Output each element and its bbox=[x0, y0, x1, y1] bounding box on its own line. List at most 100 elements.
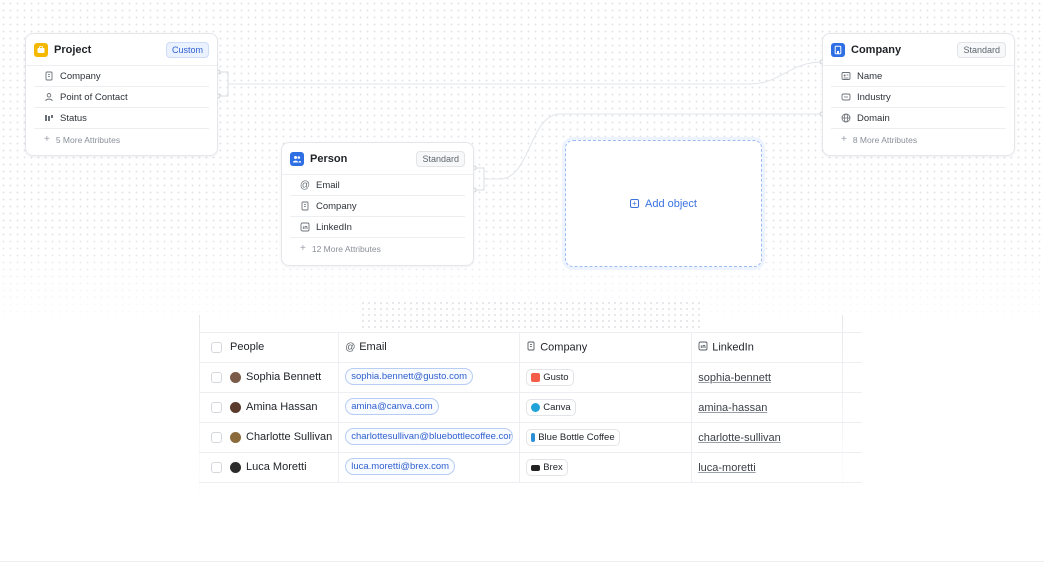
attribute-label: Industry bbox=[857, 91, 891, 103]
more-attributes-label: 12 More Attributes bbox=[311, 243, 381, 254]
building-icon bbox=[526, 341, 536, 354]
company-chip[interactable]: Canva bbox=[526, 399, 576, 416]
email-chip[interactable]: charlottesullivan@bluebottlecoffee.com bbox=[345, 427, 514, 445]
row-checkbox[interactable] bbox=[211, 432, 222, 444]
attribute-label: Point of Contact bbox=[60, 91, 128, 103]
attribute-label: Status bbox=[60, 112, 87, 124]
gusto-logo-icon bbox=[531, 373, 541, 382]
linkedin-link[interactable]: luca-moretti bbox=[698, 462, 755, 474]
linkedin-icon bbox=[300, 222, 310, 232]
email-chip[interactable]: luca.moretti@brex.com bbox=[345, 457, 456, 475]
attribute-row[interactable]: Status bbox=[34, 108, 209, 129]
status-icon bbox=[44, 113, 54, 123]
header-label: LinkedIn bbox=[712, 341, 754, 354]
card-title: Project bbox=[54, 43, 92, 56]
attribute-label: Email bbox=[316, 179, 340, 191]
select-all-checkbox[interactable] bbox=[211, 342, 222, 354]
building-icon bbox=[300, 201, 310, 211]
canva-logo-icon bbox=[531, 403, 541, 412]
company-name: Blue Bottle Coffee bbox=[538, 432, 615, 443]
more-attributes-link[interactable]: + 12 More Attributes bbox=[290, 238, 465, 259]
email-chip[interactable]: amina@canva.com bbox=[345, 397, 439, 415]
building-icon bbox=[44, 71, 54, 81]
add-icon: + bbox=[630, 199, 639, 208]
table-row[interactable]: Charlotte Sullivan charlottesullivan@blu… bbox=[199, 422, 862, 453]
custom-badge: Custom bbox=[165, 41, 209, 58]
linkedin-link[interactable]: sophia-bennett bbox=[698, 372, 771, 384]
globe-icon bbox=[841, 113, 851, 123]
email-chip[interactable]: sophia.bennett@gusto.com bbox=[345, 367, 474, 385]
plus-icon: + bbox=[44, 134, 50, 145]
people-icon bbox=[290, 151, 304, 166]
at-icon: @ bbox=[345, 342, 356, 354]
attribute-label: Domain bbox=[857, 112, 890, 124]
company-chip[interactable]: Brex bbox=[526, 459, 568, 476]
person-name: Luca Moretti bbox=[246, 461, 307, 474]
linkedin-link[interactable]: charlotte-sullivan bbox=[698, 432, 781, 444]
attribute-row[interactable]: LinkedIn bbox=[290, 217, 465, 238]
row-checkbox[interactable] bbox=[211, 462, 222, 474]
building-icon bbox=[831, 42, 845, 57]
attribute-row[interactable]: Industry bbox=[831, 87, 1006, 108]
column-header-linkedin[interactable]: LinkedIn bbox=[691, 332, 862, 363]
person-name: Amina Hassan bbox=[246, 401, 318, 414]
tag-icon bbox=[841, 92, 851, 102]
add-object-label: Add object bbox=[645, 197, 697, 210]
company-name: Brex bbox=[543, 462, 563, 473]
plus-icon: + bbox=[841, 134, 847, 145]
briefcase-icon bbox=[34, 42, 48, 57]
column-header-company[interactable]: Company bbox=[519, 332, 692, 363]
attribute-row[interactable]: Company bbox=[290, 196, 465, 217]
header-label: Email bbox=[359, 341, 387, 354]
column-header-people[interactable]: People bbox=[199, 332, 339, 363]
at-icon: @ bbox=[299, 179, 311, 191]
company-object-card[interactable]: Company Standard Name Industry Domain + … bbox=[822, 33, 1015, 156]
row-checkbox[interactable] bbox=[211, 372, 222, 384]
company-name: Gusto bbox=[543, 372, 569, 383]
attribute-row[interactable]: @ Email bbox=[290, 175, 465, 196]
table-header-row: People @ Email Company LinkedIn bbox=[199, 332, 862, 363]
add-object-button[interactable]: + Add object bbox=[565, 140, 762, 267]
more-attributes-link[interactable]: + 5 More Attributes bbox=[34, 129, 209, 150]
attribute-row[interactable]: Name bbox=[831, 66, 1006, 87]
linkedin-icon bbox=[698, 341, 708, 354]
project-object-card[interactable]: Project Custom Company Point of Contact … bbox=[25, 33, 218, 156]
table-row[interactable]: Luca Moretti luca.moretti@brex.com Brex … bbox=[199, 452, 862, 483]
attribute-label: LinkedIn bbox=[316, 221, 352, 233]
avatar bbox=[230, 402, 241, 414]
attribute-row[interactable]: Point of Contact bbox=[34, 87, 209, 108]
people-table: People @ Email Company LinkedIn Sophia Be… bbox=[199, 332, 862, 483]
attribute-label: Company bbox=[60, 70, 101, 82]
more-attributes-label: 5 More Attributes bbox=[55, 134, 121, 145]
attribute-row[interactable]: Company bbox=[34, 66, 209, 87]
person-name: Sophia Bennett bbox=[246, 371, 322, 384]
id-card-icon bbox=[841, 71, 851, 81]
blue-bottle-logo-icon bbox=[531, 433, 536, 442]
row-checkbox[interactable] bbox=[211, 402, 222, 414]
card-title: Person bbox=[310, 152, 348, 165]
table-row[interactable]: Amina Hassan amina@canva.com Canva amina… bbox=[199, 392, 862, 423]
standard-badge: Standard bbox=[957, 41, 1006, 58]
brex-logo-icon bbox=[531, 464, 541, 471]
person-object-card[interactable]: Person Standard @ Email Company LinkedIn… bbox=[281, 142, 474, 266]
plus-icon: + bbox=[300, 243, 306, 254]
avatar bbox=[230, 462, 241, 474]
avatar bbox=[230, 432, 241, 444]
column-header-email[interactable]: @ Email bbox=[338, 332, 520, 363]
linkedin-link[interactable]: amina-hassan bbox=[698, 402, 767, 414]
header-label: People bbox=[230, 341, 265, 354]
person-name: Charlotte Sullivan bbox=[246, 431, 333, 444]
avatar bbox=[230, 372, 241, 384]
more-attributes-link[interactable]: + 8 More Attributes bbox=[831, 129, 1006, 150]
attribute-label: Company bbox=[316, 200, 357, 212]
standard-badge: Standard bbox=[416, 150, 465, 167]
attribute-row[interactable]: Domain bbox=[831, 108, 1006, 129]
table-row[interactable]: Sophia Bennett sophia.bennett@gusto.com … bbox=[199, 362, 862, 393]
company-chip[interactable]: Blue Bottle Coffee bbox=[526, 429, 620, 446]
more-attributes-label: 8 More Attributes bbox=[852, 134, 918, 145]
company-chip[interactable]: Gusto bbox=[526, 369, 574, 386]
attribute-label: Name bbox=[857, 70, 883, 82]
user-icon bbox=[44, 92, 54, 102]
header-label: Company bbox=[540, 341, 588, 354]
card-title: Company bbox=[851, 43, 902, 56]
